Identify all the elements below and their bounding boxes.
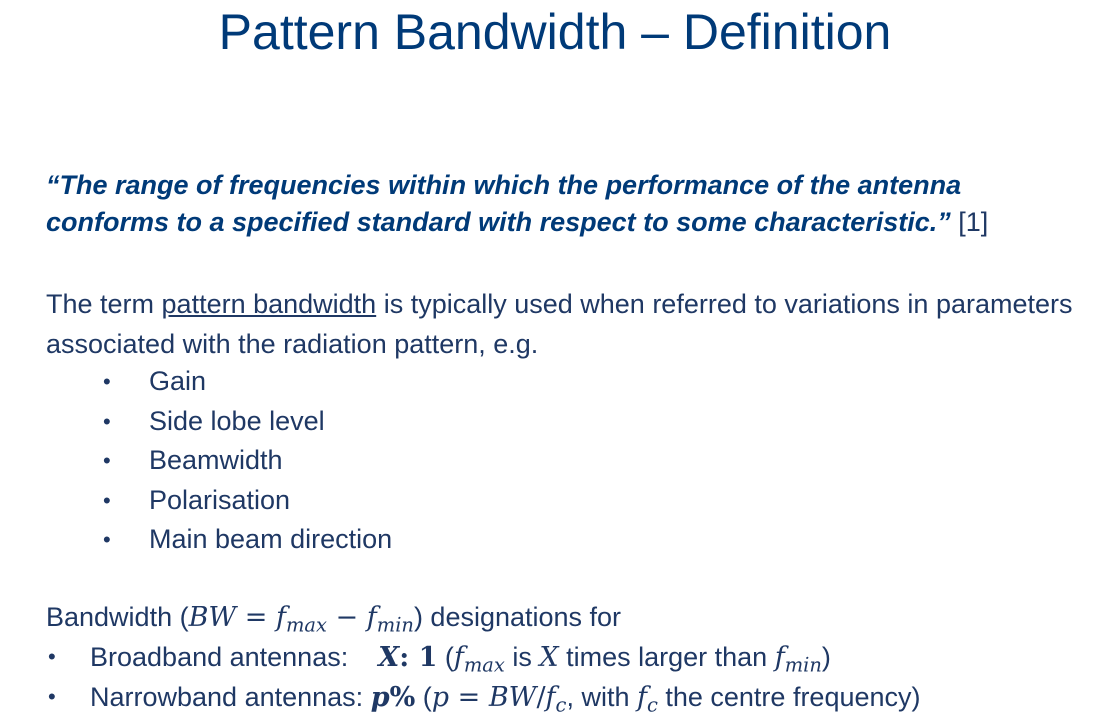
bandwidth-section: Bandwidth (BW = fmax − fmin) designation… — [46, 597, 1106, 717]
f-symbol: f — [366, 602, 377, 633]
list-item-label: Polarisation — [149, 484, 291, 515]
intro-paragraph: The term pattern bandwidth is typically … — [46, 284, 1096, 364]
broadband-times: times larger than — [558, 642, 775, 672]
f-symbol: f — [275, 602, 286, 633]
broadband-x: X — [378, 642, 400, 673]
min-subscript: min — [784, 653, 822, 677]
broadband-one: 1 — [418, 642, 438, 673]
list-item-label: Gain — [149, 366, 207, 396]
max-subscript: max — [285, 613, 327, 637]
f-symbol: f — [774, 642, 785, 673]
bullet-icon: • — [48, 684, 56, 709]
bandwidth-definition: Bandwidth (BW = fmax − fmin) designation… — [46, 597, 1106, 637]
bw-suffix: ) designations for — [413, 602, 622, 632]
bullet-icon: • — [103, 527, 111, 552]
slide-title: Pattern Bandwidth – Definition — [218, 4, 892, 60]
intro-underlined-term: pattern bandwidth — [161, 289, 377, 319]
min-subscript: min — [376, 613, 414, 637]
broadband-open: ( — [437, 642, 454, 672]
narrowband-text: Narrowband antennas: p% (p = BW/fc, with… — [90, 677, 921, 718]
narrowband-label: Narrowband antennas: — [90, 682, 364, 712]
intro-before: The term — [46, 289, 162, 319]
bw-minus: − — [326, 602, 367, 633]
narrowband-centre: the centre frequency) — [657, 682, 921, 712]
narrowband-bw: BW — [488, 682, 537, 713]
broadband-label: Broadband antennas: — [90, 642, 349, 672]
c-subscript: c — [646, 693, 658, 717]
list-item-label: Main beam direction — [149, 524, 393, 554]
broadband-x-italic: X — [539, 642, 559, 673]
bw-prefix: Bandwidth ( — [46, 602, 189, 632]
f-symbol: f — [545, 682, 556, 713]
broadband-line: • Broadband antennas: X: 1 (fmax is X ti… — [46, 637, 1106, 677]
bullet-icon: • — [48, 644, 56, 669]
bullet-icon: • — [103, 408, 111, 434]
narrowband-slash: / — [536, 682, 546, 713]
broadband-close: ) — [821, 642, 831, 672]
narrowband-open: ( — [415, 682, 432, 712]
bullet-icon: • — [103, 487, 111, 513]
bw-equals: = — [236, 602, 276, 633]
narrowband-percent: % — [389, 682, 416, 713]
f-symbol: f — [453, 642, 464, 673]
bw-symbol: BW — [188, 602, 237, 633]
f-symbol: f — [636, 682, 647, 713]
broadband-is: is — [504, 642, 540, 672]
narrowband-p-italic: p — [431, 682, 450, 713]
list-item-label: Side lobe level — [149, 405, 325, 436]
narrowband-equals: = — [449, 682, 489, 713]
max-subscript: max — [463, 653, 505, 677]
definition-quote: “The range of frequencies within which t… — [46, 167, 1086, 241]
broadband-text: Broadband antennas: X: 1 (fmax is X time… — [90, 637, 831, 678]
quote-reference: [1] — [958, 207, 989, 237]
broadband-colon: : — [399, 642, 419, 673]
narrowband-line: • Narrowband antennas: p% (p = BW/fc, wi… — [46, 677, 1106, 717]
bullet-icon: • — [103, 448, 111, 473]
narrowband-p: p — [370, 682, 390, 713]
narrowband-with: , with — [566, 682, 637, 712]
quote-text: “The range of frequencies within which t… — [46, 170, 962, 237]
c-subscript: c — [555, 693, 567, 717]
list-item-label: Beamwidth — [149, 445, 283, 475]
bullet-icon: • — [103, 369, 111, 394]
